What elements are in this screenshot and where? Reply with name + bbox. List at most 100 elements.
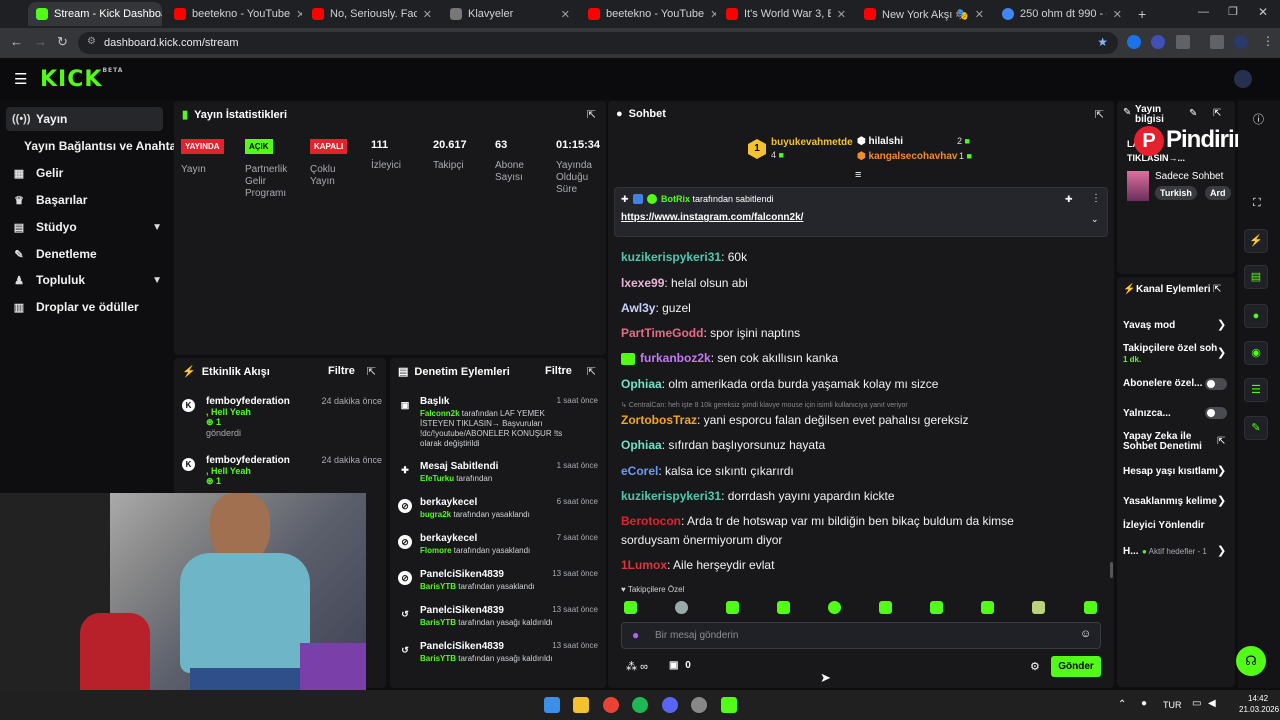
chat-username[interactable]: kuzikerispykeri31 <box>621 489 721 503</box>
edit-icon[interactable]: ✎ <box>1189 108 1197 119</box>
gifter-rank-2[interactable]: ⬢ hilalshi <box>857 136 903 147</box>
tab-youtube-2[interactable]: beetekno - YouTube ✕ <box>580 2 716 26</box>
sidebar-item-stream-key[interactable]: Yayın Bağlantısı ve Anahtarı <box>24 134 184 158</box>
emote-icon[interactable] <box>828 601 841 614</box>
lightning-tool-button[interactable]: ⚡ <box>1244 229 1268 253</box>
channel-points[interactable]: ⁂ ∞ <box>626 660 648 673</box>
chat-settings-gear-icon[interactable]: ⚙ <box>1030 660 1040 673</box>
chrome-icon[interactable] <box>603 697 619 713</box>
pinned-link[interactable]: https://www.instagram.com/falconn2k/ <box>621 212 803 223</box>
file-explorer-icon[interactable] <box>573 697 589 713</box>
tab-facebook-video[interactable]: No, Seriously. Facebook's ✕ <box>304 2 440 26</box>
tray-chevron-icon[interactable]: ⌃ <box>1118 699 1126 710</box>
close-icon[interactable]: ✕ <box>975 8 984 21</box>
filter-button[interactable]: Filtre <box>328 365 355 377</box>
bookmark-star-icon[interactable]: ★ <box>1097 35 1108 49</box>
info-icon[interactable]: ⓘ <box>1253 111 1264 127</box>
chat-username[interactable]: kuzikerispykeri31 <box>621 250 721 264</box>
emote-icon[interactable] <box>981 601 994 614</box>
close-icon[interactable]: ✕ <box>296 8 302 21</box>
popout-icon[interactable]: ⇱ <box>1095 108 1104 121</box>
expand-chevron-icon[interactable]: ⌄ <box>1091 214 1099 225</box>
site-info-icon[interactable]: ⚙ <box>87 36 96 47</box>
emoji-icon[interactable]: ☺ <box>1080 628 1091 640</box>
support-headset-icon[interactable]: ☊ <box>1236 646 1266 676</box>
minimize-button[interactable]: — <box>1198 6 1209 18</box>
action-account-age[interactable]: Hesap yaşı kısıtlamı <box>1123 466 1218 477</box>
tab-klavyeler[interactable]: Klavyeler ✕ <box>442 2 578 26</box>
unpin-icon[interactable]: ✚ <box>1065 194 1073 205</box>
popout-icon[interactable]: ⇱ <box>587 108 596 121</box>
close-window-button[interactable]: ✕ <box>1258 5 1268 19</box>
external-link-icon[interactable]: ⇱ <box>1217 436 1225 447</box>
kick-logo[interactable]: KICKBETA <box>40 67 123 92</box>
extension-icon[interactable] <box>1151 35 1165 49</box>
popout-icon[interactable]: ⇱ <box>587 365 596 378</box>
windows-start-icon[interactable] <box>544 697 560 713</box>
emote-icon[interactable] <box>675 601 688 614</box>
fullscreen-icon[interactable]: ⛶ <box>1253 197 1261 210</box>
more-options-icon[interactable]: ⋮ <box>1091 193 1101 204</box>
only-toggle[interactable] <box>1205 407 1227 419</box>
chevron-right-icon[interactable]: ❯ <box>1217 494 1226 507</box>
extension-icon[interactable] <box>1127 35 1141 49</box>
tab-world-war[interactable]: It's World War 3, But You ✕ <box>718 2 854 26</box>
sidebar-item-basarilar[interactable]: ♛ Başarılar <box>12 188 87 212</box>
chat-username[interactable]: Berotocon <box>621 514 681 528</box>
top-gifter-name[interactable]: buyukevahmetde <box>771 137 853 148</box>
broadcast-tool-button[interactable]: ◉ <box>1244 341 1268 365</box>
chat-username[interactable]: Awl3y <box>621 301 655 315</box>
tab-youtube-1[interactable]: beetekno - YouTube ✕ <box>166 2 302 26</box>
sidebar-item-yayin[interactable]: ((•)) Yayın <box>6 107 163 131</box>
chat-scrollbar[interactable] <box>1110 562 1113 578</box>
media-control-icon[interactable] <box>1210 35 1224 49</box>
chat-username[interactable]: furkanboz2k <box>640 351 711 365</box>
emote-icon[interactable] <box>879 601 892 614</box>
tab-new-york[interactable]: New York Akşı 🎭 Yarat ✕ <box>856 2 992 26</box>
network-icon[interactable]: ▭ <box>1192 698 1201 709</box>
close-icon[interactable]: ✕ <box>561 8 570 21</box>
microphone-icon[interactable]: ● <box>632 628 639 642</box>
action-viewer-redirect[interactable]: İzleyici Yönlendir <box>1123 520 1205 531</box>
tab-google-search[interactable]: 250 ohm dt 990 - Google ✕ <box>994 2 1130 26</box>
url-input[interactable]: ⚙ dashboard.kick.com/stream ★ <box>78 32 1118 54</box>
collapse-icon[interactable]: ≡ <box>855 169 861 181</box>
clock-date[interactable]: 21.03.2026 <box>1239 705 1279 714</box>
stream-tag[interactable]: Turkish <box>1155 186 1197 200</box>
kick-app-icon[interactable] <box>721 697 737 713</box>
close-icon[interactable]: ✕ <box>1113 8 1122 21</box>
popout-icon[interactable]: ⇱ <box>1213 284 1221 295</box>
emote-icon[interactable] <box>726 601 739 614</box>
action-subscribers-only[interactable]: Abonelere özel... <box>1123 378 1202 389</box>
gifter-rank-3[interactable]: ⬢ kangalsecohavhav <box>857 151 957 162</box>
new-tab-button[interactable]: + <box>1138 6 1146 22</box>
hamburger-menu-icon[interactable]: ☰ <box>14 70 27 88</box>
sidebar-item-denetleme[interactable]: ✎ Denetleme <box>12 242 96 266</box>
chat-input[interactable]: ● Bir mesaj gönderin ☺ <box>621 622 1101 649</box>
chat-tool-button[interactable]: ● <box>1244 304 1268 328</box>
filter-button[interactable]: Filtre <box>545 365 572 377</box>
emote-icon[interactable] <box>930 601 943 614</box>
popout-icon[interactable]: ⇱ <box>1213 108 1221 119</box>
action-ai-moderation[interactable]: Yapay Zeka ile Sohbet Denetimi <box>1123 432 1207 452</box>
tab-kick-dashboard[interactable]: Stream - Kick Dashboard✕ <box>28 2 162 26</box>
emote-icon[interactable] <box>1084 601 1097 614</box>
profile-avatar[interactable] <box>1234 35 1248 49</box>
chevron-right-icon[interactable]: ❯ <box>1217 464 1226 477</box>
steam-icon[interactable] <box>691 697 707 713</box>
volume-icon[interactable]: ◀ <box>1208 698 1216 709</box>
list-tool-button[interactable]: ☰ <box>1244 378 1268 402</box>
chat-username[interactable]: Ophiaa <box>621 438 662 452</box>
stream-category[interactable]: Sadece Sohbet <box>1155 171 1223 182</box>
chevron-right-icon[interactable]: ❯ <box>1217 544 1226 557</box>
document-tool-button[interactable]: ▤ <box>1244 265 1268 289</box>
sidebar-item-studyo[interactable]: ▤ Stüdyo ▼ <box>12 215 162 239</box>
close-icon[interactable]: ✕ <box>710 8 716 21</box>
user-avatar[interactable] <box>1234 70 1252 88</box>
send-button[interactable]: Gönder <box>1051 656 1101 677</box>
emote-icon[interactable] <box>624 601 637 614</box>
sidebar-item-topluluk[interactable]: ♟ Topluluk ▼ <box>12 268 162 292</box>
action-only[interactable]: Yalnızca... <box>1123 408 1171 419</box>
action-followers-only[interactable]: Takipçilere özel soh <box>1123 343 1217 354</box>
subscribers-only-toggle[interactable] <box>1205 378 1227 390</box>
